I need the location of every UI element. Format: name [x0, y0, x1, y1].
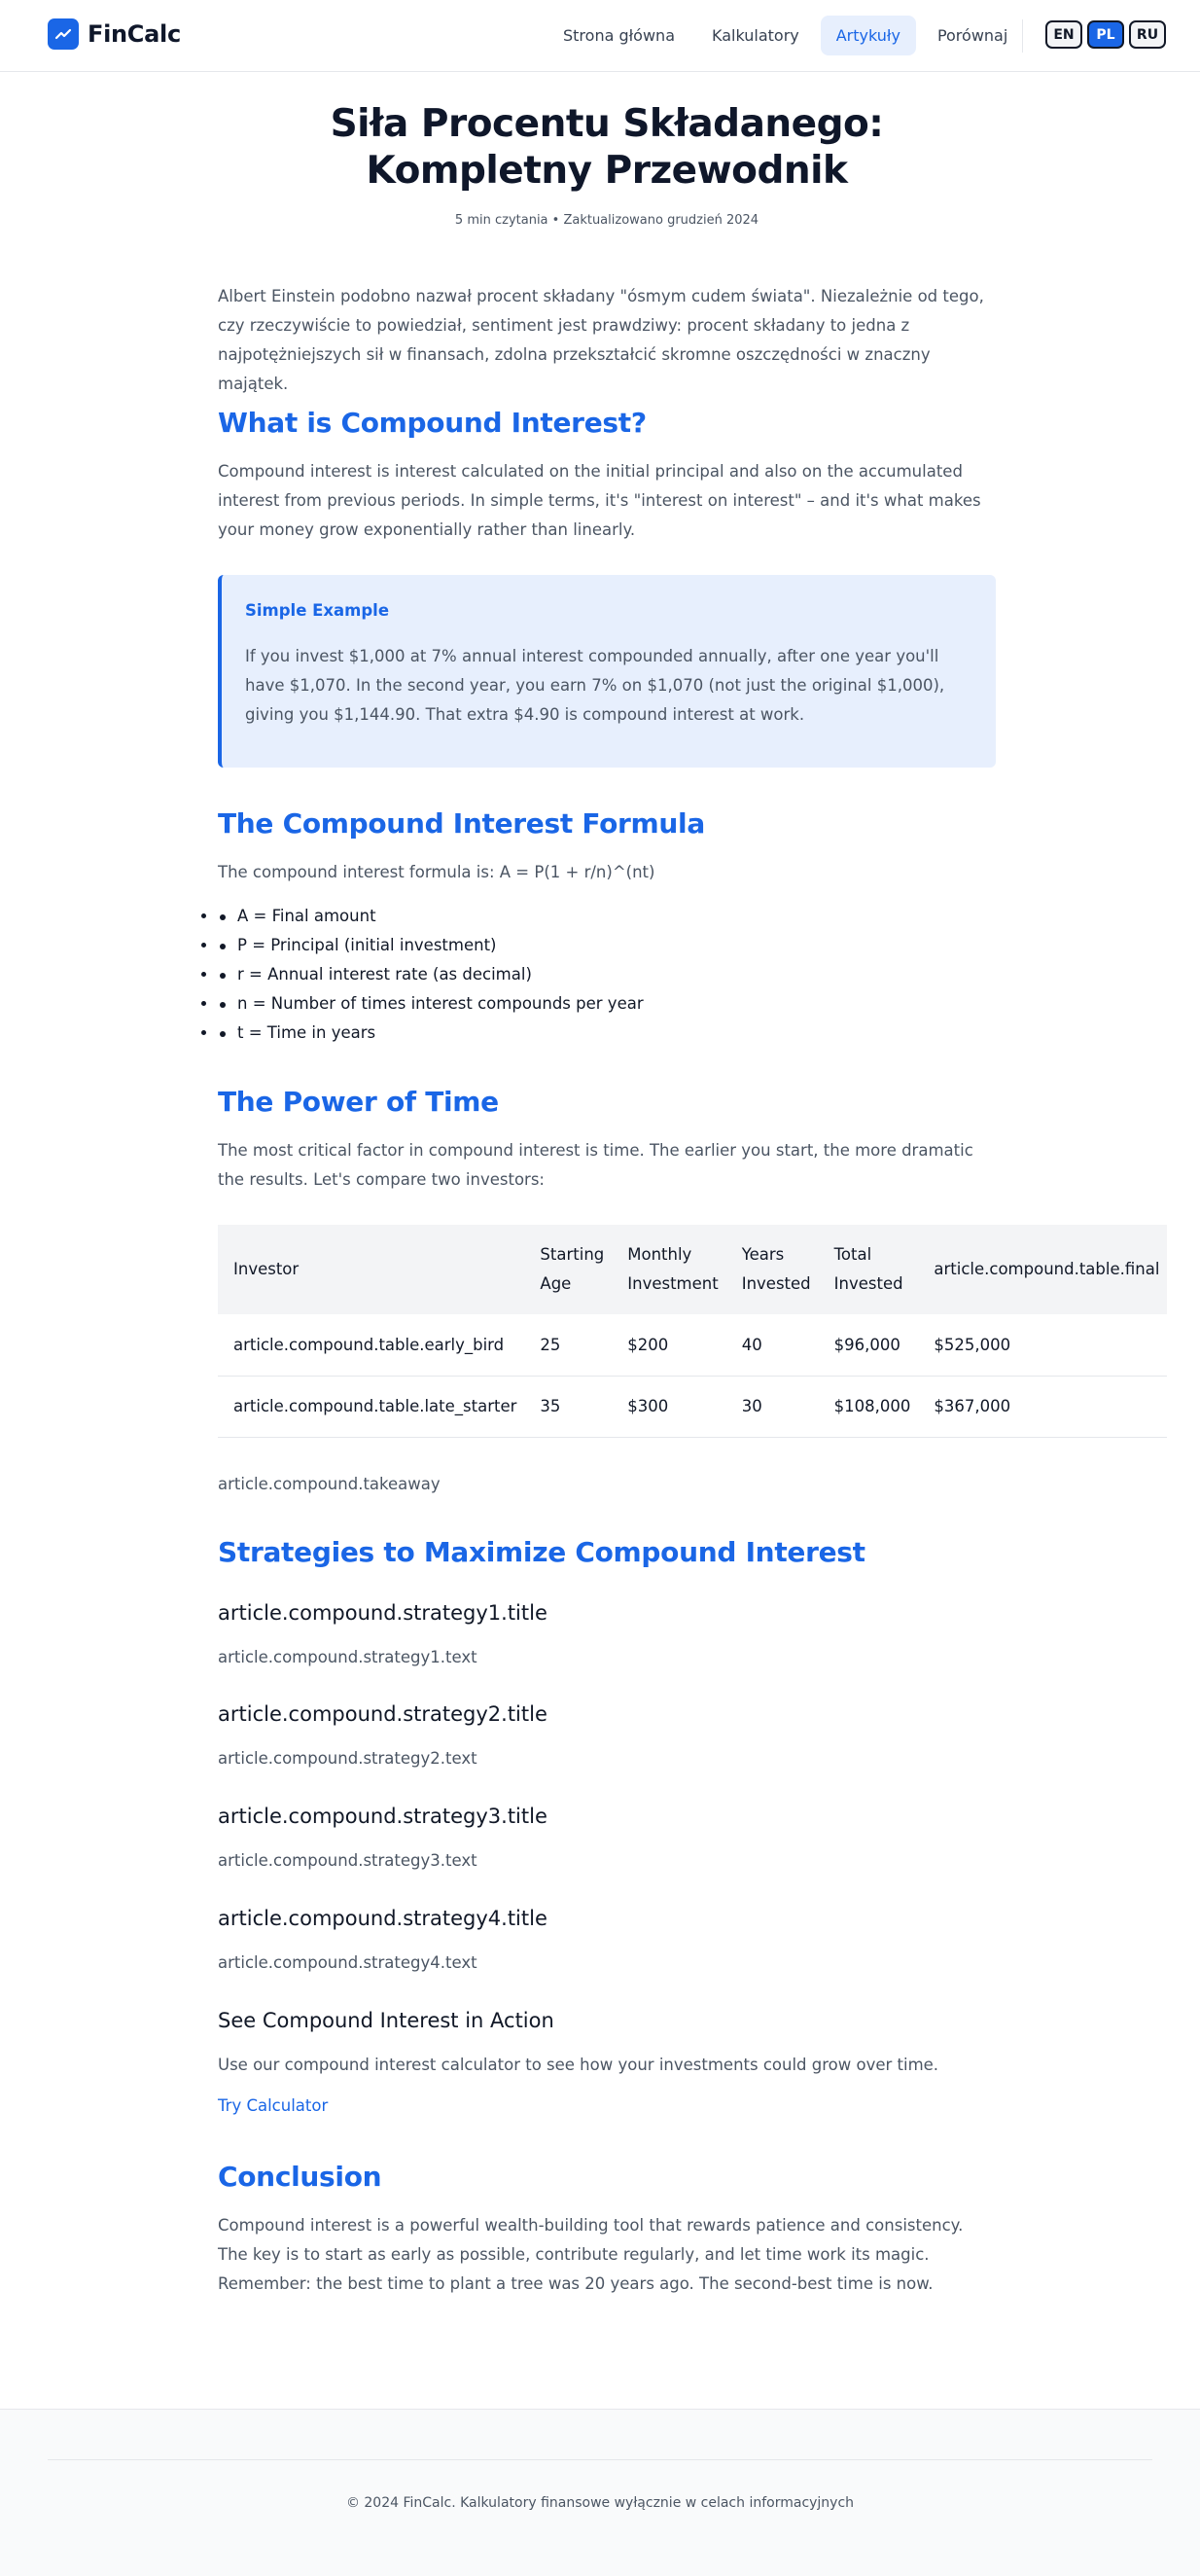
table-cell: article.compound.table.late_starter	[218, 1376, 525, 1438]
list-item: A = Final amount	[218, 902, 644, 931]
nav-articles[interactable]: Artykuły	[820, 16, 916, 55]
section-title-what: What is Compound Interest?	[218, 407, 647, 439]
language-switcher: EN PL RU	[1045, 20, 1171, 49]
section-title-time: The Power of Time	[218, 1086, 499, 1118]
nav-divider	[1022, 19, 1023, 53]
lang-ru-button[interactable]: RU	[1129, 20, 1166, 49]
table-cell: article.compound.table.early_bird	[218, 1314, 525, 1377]
nav-home[interactable]: Strona główna	[547, 16, 690, 55]
site-header: FinCalc Strona główna Kalkulatory Artyku…	[0, 0, 1200, 72]
intro-paragraph: Albert Einstein podobno nazwał procent s…	[218, 287, 984, 393]
takeaway-paragraph: article.compound.takeaway	[218, 1475, 441, 1493]
column-header: Investor	[218, 1225, 525, 1314]
list-item: t = Time in years	[218, 1019, 644, 1048]
action-title: See Compound Interest in Action	[218, 2009, 554, 2032]
list-item: P = Principal (initial investment)	[218, 931, 644, 960]
column-header: Years Invested	[725, 1225, 819, 1314]
table-row: article.compound.table.late_starter 35 $…	[218, 1376, 1168, 1438]
strategy-text: article.compound.strategy2.text	[218, 1749, 477, 1768]
article-title: Siła Procentu Składanego: Kompletny Prze…	[330, 102, 884, 193]
strategy-title: article.compound.strategy1.title	[218, 1601, 547, 1625]
column-header: Monthly Investment	[612, 1225, 726, 1314]
nav-calculators[interactable]: Kalkulatory	[696, 16, 815, 55]
strategy-title: article.compound.strategy2.title	[218, 1702, 547, 1726]
section-title-strategies: Strategies to Maximize Compound Interest	[218, 1536, 865, 1568]
list-item: r = Annual interest rate (as decimal)	[218, 960, 644, 989]
trending-up-icon	[48, 18, 79, 50]
strategy-title: article.compound.strategy3.title	[218, 1805, 547, 1828]
strategy-text: article.compound.strategy4.text	[218, 1953, 477, 1972]
callout-title: Simple Example	[245, 601, 390, 620]
lang-pl-button[interactable]: PL	[1087, 20, 1124, 49]
action-paragraph: Use our compound interest calculator to …	[218, 2056, 939, 2074]
example-callout: Simple Example If you invest $1,000 at 7…	[218, 575, 996, 768]
main-nav: Strona główna Kalkulatory Artykuły Porów…	[547, 16, 1029, 55]
table-cell: 35	[524, 1376, 613, 1438]
what-paragraph: Compound interest is interest calculated…	[218, 462, 981, 539]
investor-comparison-table: Investor Starting Age Monthly Investment…	[218, 1225, 1168, 1438]
table-header-row: Investor Starting Age Monthly Investment…	[218, 1225, 1168, 1314]
formula-paragraph: The compound interest formula is: A = P(…	[218, 863, 655, 881]
table-cell: $96,000	[818, 1314, 919, 1377]
lang-en-button[interactable]: EN	[1045, 20, 1082, 49]
article-meta: 5 min czytania • Zaktualizowano grudzień…	[454, 213, 759, 228]
list-item: n = Number of times interest compounds p…	[218, 989, 644, 1019]
try-calculator-link[interactable]: Try Calculator	[218, 2096, 328, 2115]
column-header: Starting Age	[524, 1225, 613, 1314]
table-cell: $200	[612, 1314, 726, 1377]
logo[interactable]: FinCalc	[48, 18, 181, 50]
table-cell: $108,000	[818, 1376, 919, 1438]
column-header: article.compound.table.final	[918, 1225, 1168, 1314]
footer-divider	[48, 2459, 1152, 2460]
table-cell: $300	[612, 1376, 726, 1438]
formula-list: A = Final amount P = Principal (initial …	[218, 902, 644, 1048]
strategy-title: article.compound.strategy4.title	[218, 1907, 547, 1930]
time-paragraph: The most critical factor in compound int…	[218, 1141, 973, 1189]
conclusion-paragraph: Compound interest is a powerful wealth-b…	[218, 2216, 964, 2293]
logo-text: FinCalc	[88, 20, 181, 48]
footer-copyright: © 2024 FinCalc. Kalkulatory finansowe wy…	[345, 2495, 855, 2511]
column-header: Total Invested	[818, 1225, 919, 1314]
section-title-formula: The Compound Interest Formula	[218, 807, 705, 840]
table-row: article.compound.table.early_bird 25 $20…	[218, 1314, 1168, 1377]
table-cell: 40	[725, 1314, 819, 1377]
site-footer: © 2024 FinCalc. Kalkulatory finansowe wy…	[0, 2409, 1200, 2576]
table-cell: $525,000	[918, 1314, 1168, 1377]
callout-text: If you invest $1,000 at 7% annual intere…	[245, 647, 945, 724]
table-cell: 25	[524, 1314, 613, 1377]
strategy-text: article.compound.strategy3.text	[218, 1851, 477, 1870]
table-cell: 30	[725, 1376, 819, 1438]
strategy-text: article.compound.strategy1.text	[218, 1648, 477, 1666]
section-title-conclusion: Conclusion	[218, 2161, 382, 2193]
table-cell: $367,000	[918, 1376, 1168, 1438]
nav-compare[interactable]: Porównaj	[922, 16, 1023, 55]
